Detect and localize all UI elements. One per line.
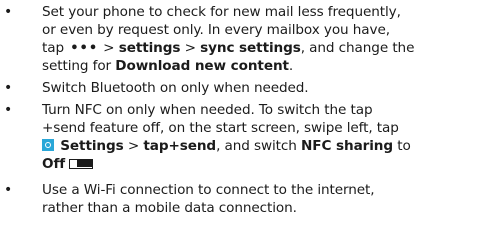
tip-4-line-2: rather than a mobile data connection. xyxy=(42,200,297,216)
bullet: • xyxy=(4,182,13,198)
tip-3-line-1: Turn NFC on only when needed. To switch … xyxy=(42,102,373,118)
tip-3-line-4: Off xyxy=(42,155,94,173)
more-dots-icon: ••• xyxy=(70,41,99,56)
bullet: • xyxy=(4,4,13,20)
tip-3-line-2: +send feature off, on the start screen, … xyxy=(42,120,399,136)
tips-list: • Set your phone to check for new mail l… xyxy=(0,0,477,247)
tip-2-line-1: Switch Bluetooth on only when needed. xyxy=(42,80,309,96)
tip-1-line-3: tap ••• > settings > sync settings, and c… xyxy=(42,40,415,56)
tip-1-line-1: Set your phone to check for new mail les… xyxy=(42,4,401,20)
bullet: • xyxy=(4,102,13,118)
bullet: • xyxy=(4,80,13,96)
tip-3-line-3: Settings > tap+send, and switch NFC shar… xyxy=(42,137,411,155)
tip-1-line-2: or even by request only. In every mailbo… xyxy=(42,22,390,38)
settings-gear-icon xyxy=(42,139,54,151)
tip-4-line-1: Use a Wi-Fi connection to connect to the… xyxy=(42,182,375,198)
tip-1-line-4: setting for Download new content. xyxy=(42,58,294,74)
toggle-off-icon xyxy=(69,159,94,169)
